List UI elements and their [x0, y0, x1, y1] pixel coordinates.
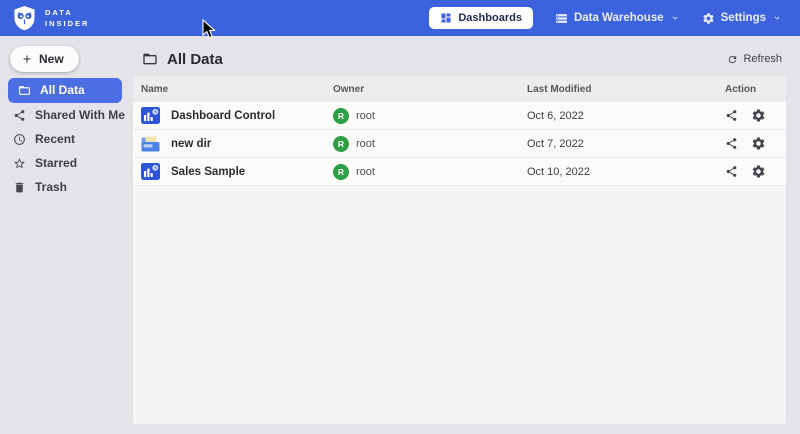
dashboard-grid-icon — [440, 12, 452, 24]
clock-icon — [13, 133, 26, 146]
share-icon — [13, 109, 26, 122]
sidebar-item-trash[interactable]: Trash — [0, 176, 128, 199]
refresh-button[interactable]: Refresh — [727, 53, 782, 65]
new-button[interactable]: New — [10, 46, 79, 72]
star-icon — [13, 157, 26, 170]
sidebar-item-label: Starred — [35, 152, 77, 175]
owner-name: root — [356, 110, 375, 122]
sidebar-item-label: Shared With Me — [35, 104, 125, 127]
gear-icon[interactable] — [751, 136, 766, 151]
trash-icon — [13, 181, 26, 194]
last-modified-date: Oct 6, 2022 — [527, 110, 725, 122]
sidebar-nav: All Data Shared With Me Recent — [0, 78, 128, 199]
share-icon[interactable] — [725, 109, 738, 122]
data-warehouse-menu[interactable]: Data Warehouse — [555, 12, 680, 25]
share-icon[interactable] — [725, 165, 738, 178]
gear-icon — [702, 12, 715, 25]
owl-logo-icon — [12, 5, 37, 31]
sidebar-item-starred[interactable]: Starred — [0, 152, 128, 175]
last-modified-date: Oct 10, 2022 — [527, 166, 725, 178]
file-name: Dashboard Control — [171, 110, 275, 122]
logo-text-line1: DATA — [45, 7, 89, 18]
column-header-owner: Owner — [333, 84, 527, 95]
database-icon — [555, 12, 568, 25]
column-header-action: Action — [725, 84, 786, 95]
gear-icon[interactable] — [751, 164, 766, 179]
sidebar-item-recent[interactable]: Recent — [0, 128, 128, 151]
plus-icon — [21, 53, 33, 65]
app-logo: DATA INSIDER — [12, 5, 89, 31]
last-modified-date: Oct 7, 2022 — [527, 138, 725, 150]
table-row[interactable]: Dashboard Control R root Oct 6, 2022 — [133, 102, 786, 130]
owner-avatar: R — [333, 164, 349, 180]
refresh-label: Refresh — [743, 53, 782, 65]
top-bar: DATA INSIDER Dashboards Data Warehouse — [0, 0, 800, 36]
chevron-down-icon — [772, 13, 782, 23]
sidebar-item-all-data[interactable]: All Data — [8, 78, 122, 103]
dashboard-file-icon — [141, 163, 160, 180]
file-name: Sales Sample — [171, 166, 245, 178]
column-header-last-modified: Last Modified — [527, 84, 725, 95]
settings-menu[interactable]: Settings — [702, 12, 782, 25]
table-row[interactable]: Sales Sample R root Oct 10, 2022 — [133, 158, 786, 186]
owner-avatar: R — [333, 136, 349, 152]
page-title: All Data — [142, 51, 223, 68]
owner-avatar: R — [333, 108, 349, 124]
dashboards-button[interactable]: Dashboards — [429, 7, 533, 29]
new-button-label: New — [39, 52, 64, 66]
folder-icon — [142, 51, 158, 67]
dashboards-label: Dashboards — [458, 12, 522, 24]
main-content: All Data Refresh Name Owner Last Modifie… — [128, 36, 800, 434]
owner-name: root — [356, 166, 375, 178]
file-name: new dir — [171, 138, 211, 150]
data-table-card: Name Owner Last Modified Action — [133, 76, 786, 424]
folder-file-icon — [141, 136, 160, 152]
sidebar-item-label: All Data — [40, 79, 85, 102]
column-header-name: Name — [141, 84, 333, 95]
table-row[interactable]: new dir R root Oct 7, 2022 — [133, 130, 786, 158]
page-title-label: All Data — [167, 51, 223, 68]
data-warehouse-label: Data Warehouse — [574, 12, 664, 24]
owner-name: root — [356, 138, 375, 150]
refresh-icon — [727, 54, 738, 65]
gear-icon[interactable] — [751, 108, 766, 123]
share-icon[interactable] — [725, 137, 738, 150]
folder-icon — [18, 84, 31, 97]
sidebar-item-label: Recent — [35, 128, 75, 151]
table-header: Name Owner Last Modified Action — [133, 76, 786, 102]
sidebar-item-label: Trash — [35, 176, 67, 199]
logo-text-line2: INSIDER — [45, 18, 89, 29]
sidebar-item-shared-with-me[interactable]: Shared With Me — [0, 104, 128, 127]
chevron-down-icon — [670, 13, 680, 23]
sidebar: New All Data Shared With Me — [0, 36, 128, 434]
settings-label: Settings — [721, 12, 766, 24]
dashboard-file-icon — [141, 107, 160, 124]
